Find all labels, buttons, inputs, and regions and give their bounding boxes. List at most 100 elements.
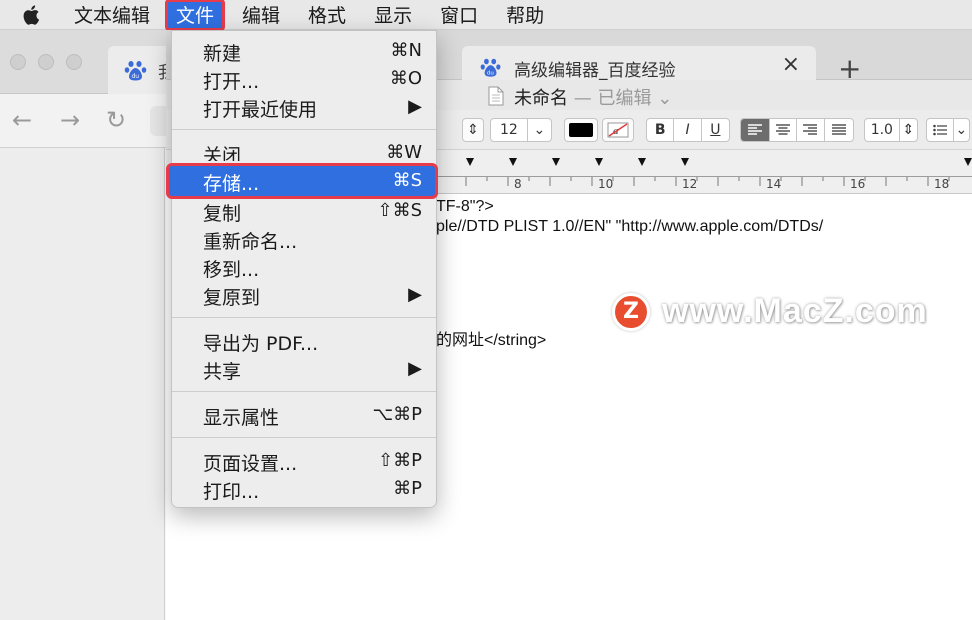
font-size-select[interactable]: 12 ⌄ xyxy=(490,118,552,142)
chevron-down-icon: ⌄ xyxy=(955,122,968,138)
forward-arrow-icon[interactable]: → xyxy=(60,106,80,134)
menu-item-show-properties[interactable]: 显示属性 ⌥⌘P xyxy=(172,401,436,429)
ruler-number: 16 xyxy=(850,177,866,191)
menu-item-shortcut: ⌘P xyxy=(393,478,422,499)
ruler-number: 10 xyxy=(598,177,614,191)
menu-textedit[interactable]: 文本编辑 xyxy=(64,0,160,30)
menu-item-shortcut: ⌘S xyxy=(392,170,422,191)
menu-item-shortcut: ⌘N xyxy=(390,40,422,61)
ruler-number: 14 xyxy=(766,177,782,191)
menu-item-label: 共享 xyxy=(203,361,242,383)
watermark-text: www.MacZ.com xyxy=(662,292,928,330)
menu-window[interactable]: 窗口 xyxy=(430,0,488,30)
document-title[interactable]: 未命名 — 已编辑 ⌄ xyxy=(514,84,672,110)
list-style-select[interactable]: ⌄ xyxy=(926,118,970,142)
menu-item-label: 打印... xyxy=(203,481,260,503)
text-line: ple//DTD PLIST 1.0//EN" "http://www.appl… xyxy=(436,218,824,235)
menu-file[interactable]: 文件 xyxy=(165,0,226,31)
menu-item-label: 重新命名... xyxy=(203,231,298,253)
menu-item-label: 移到... xyxy=(203,259,260,281)
menu-item-save[interactable]: 存储... ⌘S xyxy=(166,163,438,199)
back-arrow-icon[interactable]: ← xyxy=(12,106,32,134)
reload-icon[interactable]: ↻ xyxy=(106,106,126,134)
menu-item-label: 存储... xyxy=(203,173,260,195)
stepper-icon: ⇕ xyxy=(467,122,479,138)
highlight-color-well[interactable]: a xyxy=(602,118,634,142)
menu-separator xyxy=(172,391,436,392)
menu-item-label: 导出为 PDF... xyxy=(203,333,319,355)
menu-item-label: 打开... xyxy=(203,71,260,93)
window-close-button[interactable] xyxy=(10,54,26,70)
color-swatch xyxy=(569,123,593,137)
text-color-well[interactable] xyxy=(564,118,598,142)
browser-content xyxy=(0,148,165,620)
textedit-tab[interactable]: du 高级编辑器_百度经验 × xyxy=(462,46,816,82)
menu-item-export-pdf[interactable]: 导出为 PDF... xyxy=(172,327,436,355)
align-justify-button[interactable] xyxy=(825,119,853,141)
menu-item-shortcut: ⌘O xyxy=(389,68,422,89)
align-center-icon xyxy=(775,124,790,135)
underline-button[interactable]: U xyxy=(702,119,729,141)
align-left-icon xyxy=(747,124,762,135)
menu-item-move-to[interactable]: 移到... xyxy=(172,253,436,281)
menu-item-open[interactable]: 打开... ⌘O xyxy=(172,65,436,93)
watermark: Z www.MacZ.com xyxy=(612,292,928,331)
menu-item-label: 打开最近使用 xyxy=(203,99,318,121)
align-right-icon xyxy=(803,124,818,135)
baidu-paw-icon: du xyxy=(124,58,148,86)
menu-bar: 文本编辑 文件 编辑 格式 显示 窗口 帮助 xyxy=(0,0,972,31)
menu-help[interactable]: 帮助 xyxy=(496,0,554,30)
align-center-button[interactable] xyxy=(770,119,798,141)
baidu-paw-icon: du xyxy=(480,56,502,82)
menu-item-revert-to[interactable]: 复原到 ▶ xyxy=(172,281,436,309)
svg-text:du: du xyxy=(132,73,140,80)
menu-item-page-setup[interactable]: 页面设置... ⇧⌘P xyxy=(172,447,436,475)
align-justify-icon xyxy=(831,124,846,135)
menu-item-shortcut: ⇧⌘P xyxy=(378,450,422,471)
menu-separator xyxy=(172,437,436,438)
menu-view[interactable]: 显示 xyxy=(364,0,422,30)
menu-item-label: 页面设置... xyxy=(203,453,298,475)
menu-item-duplicate[interactable]: 复制 ⇧⌘S xyxy=(172,197,436,225)
tab-close-icon[interactable]: × xyxy=(782,52,800,77)
menu-item-share[interactable]: 共享 ▶ xyxy=(172,355,436,383)
menu-item-shortcut: ⇧⌘S xyxy=(377,200,422,221)
submenu-arrow-icon: ▶ xyxy=(408,358,422,379)
bold-button[interactable]: B xyxy=(647,119,675,141)
apple-icon xyxy=(23,4,40,25)
menu-item-print[interactable]: 打印... ⌘P xyxy=(172,475,436,503)
line-spacing-select[interactable]: 1.0 ⇕ xyxy=(864,118,918,142)
chevron-down-icon: ⌄ xyxy=(657,88,673,109)
submenu-arrow-icon: ▶ xyxy=(408,96,422,117)
apple-menu[interactable] xyxy=(0,0,64,30)
ruler-number: 18 xyxy=(934,177,950,191)
menu-item-open-recent[interactable]: 打开最近使用 ▶ xyxy=(172,93,436,121)
document-status: — 已编辑 xyxy=(573,88,652,109)
align-right-button[interactable] xyxy=(797,119,825,141)
document-name: 未命名 xyxy=(514,88,568,109)
menu-format[interactable]: 格式 xyxy=(298,0,356,30)
window-minimize-button[interactable] xyxy=(38,54,54,70)
menu-item-close[interactable]: 关闭 ⌘W xyxy=(172,139,436,161)
document-icon xyxy=(488,86,504,110)
watermark-badge: Z xyxy=(612,292,650,331)
font-size-value: 12 xyxy=(491,119,528,141)
list-bullets-icon xyxy=(927,119,954,141)
menu-item-new[interactable]: 新建 ⌘N xyxy=(172,37,436,65)
window-zoom-button[interactable] xyxy=(66,54,82,70)
menu-item-label: 显示属性 xyxy=(203,407,280,429)
chevron-down-icon: ⌄ xyxy=(533,122,546,138)
menu-item-label: 复原到 xyxy=(203,287,261,309)
italic-button[interactable]: I xyxy=(674,119,702,141)
menu-item-shortcut: ⌥⌘P xyxy=(372,404,422,425)
ruler-number: 8 xyxy=(514,177,522,191)
menu-item-rename[interactable]: 重新命名... xyxy=(172,225,436,253)
font-style-stepper[interactable]: ⇕ xyxy=(462,118,484,142)
menu-item-label: 复制 xyxy=(203,203,242,225)
menu-item-shortcut: ⌘W xyxy=(386,142,422,161)
align-left-button[interactable] xyxy=(741,119,770,141)
menu-edit[interactable]: 编辑 xyxy=(232,0,290,30)
menu-separator xyxy=(172,317,436,318)
text-line: 的网址</string> xyxy=(436,332,547,349)
submenu-arrow-icon: ▶ xyxy=(408,284,422,305)
